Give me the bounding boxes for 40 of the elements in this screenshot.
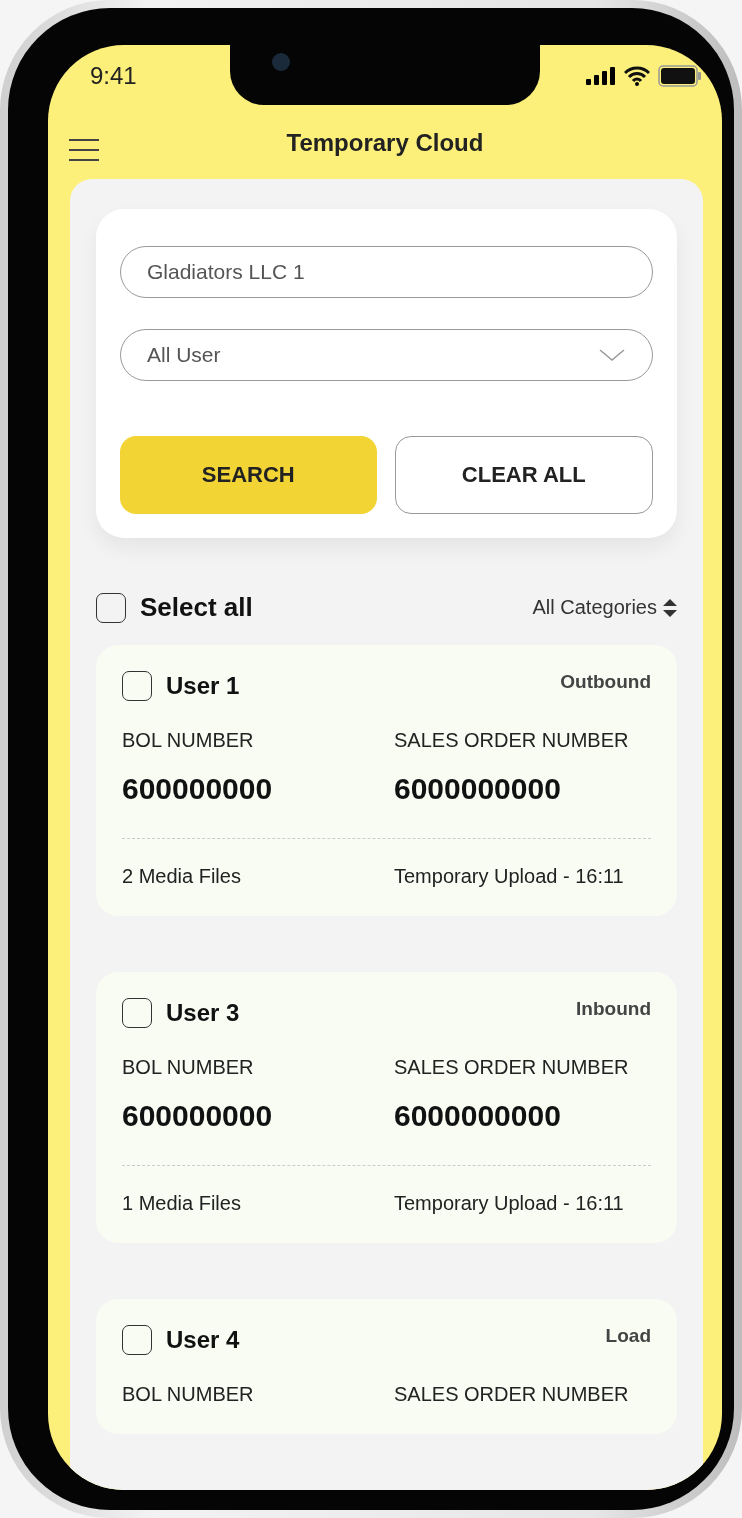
search-button[interactable]: SEARCH xyxy=(120,436,377,514)
bol-number: 600000000 xyxy=(122,772,274,806)
user-name: User 4 xyxy=(166,1326,240,1354)
media-count: 1 Media Files xyxy=(122,1192,242,1215)
upload-time: Temporary Upload - 16:11 xyxy=(394,865,625,888)
upload-time: Temporary Upload - 16:11 xyxy=(394,1192,625,1215)
category-label: Outbound xyxy=(560,671,651,693)
category-label: Inbound xyxy=(576,998,651,1020)
sort-icon xyxy=(663,598,677,617)
checkbox[interactable] xyxy=(122,671,152,701)
record-card[interactable]: User 4 Load BOL NUMBER SALES ORDER NUMBER xyxy=(96,1299,677,1434)
sales-order-number: 6000000000 xyxy=(394,1099,562,1133)
page-title: Temporary Cloud xyxy=(286,129,484,158)
sales-order-number: 6000000000 xyxy=(394,772,562,806)
sales-order-label: SALES ORDER NUMBER xyxy=(394,1383,630,1406)
bol-number: 600000000 xyxy=(122,1099,274,1133)
menu-icon[interactable] xyxy=(68,137,100,162)
bol-label: BOL NUMBER xyxy=(122,729,255,752)
category-sort[interactable]: All Categories xyxy=(532,596,677,619)
checkbox[interactable] xyxy=(122,1325,152,1355)
select-all-label: Select all xyxy=(140,592,253,623)
camera-icon xyxy=(272,53,290,71)
checkbox[interactable] xyxy=(122,998,152,1028)
battery-icon xyxy=(658,65,702,88)
record-card[interactable]: User 3 Inbound BOL NUMBER SALES ORDER NUMBER 600000000 6000000000 1 Media Files Temporary Upload - 16:11 xyxy=(96,972,677,1243)
signal-icon xyxy=(586,67,616,86)
sales-order-label: SALES ORDER NUMBER xyxy=(394,1056,630,1079)
status-time: 9:41 xyxy=(90,62,137,91)
bol-label: BOL NUMBER xyxy=(122,1056,255,1079)
bol-label: BOL NUMBER xyxy=(122,1383,255,1406)
record-card[interactable]: User 1 Outbound BOL NUMBER SALES ORDER NUMBER 600000000 6000000000 2 Media Files Temporary Upload - 16:11 xyxy=(96,645,677,916)
media-count: 2 Media Files xyxy=(122,865,242,888)
user-name: User 1 xyxy=(166,672,240,700)
chevron-down-icon xyxy=(598,348,626,362)
clear-button[interactable]: CLEAR ALL xyxy=(394,436,653,514)
checkbox[interactable] xyxy=(96,592,126,623)
user-name: User 3 xyxy=(166,999,240,1027)
wifi-icon xyxy=(624,66,650,87)
sales-order-label: SALES ORDER NUMBER xyxy=(394,729,630,752)
category-label: Load xyxy=(605,1325,651,1347)
